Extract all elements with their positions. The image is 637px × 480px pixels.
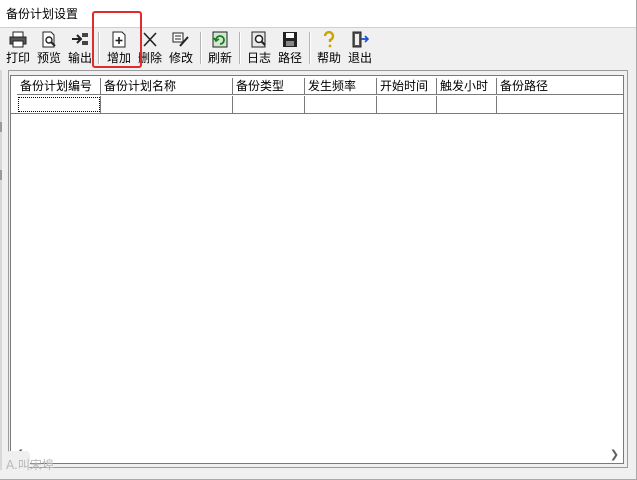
window-title: 备份计划设置: [6, 7, 79, 21]
exit-button[interactable]: 退出: [344, 29, 376, 66]
edit-button[interactable]: 修改: [165, 29, 197, 66]
cell-plan-id[interactable]: [17, 96, 101, 113]
frame-mark: [0, 122, 2, 132]
column-header-backup-type[interactable]: 备份类型: [233, 78, 305, 95]
edit-icon: [172, 32, 189, 47]
cell-backup-type[interactable]: [233, 96, 305, 113]
column-header-start-time[interactable]: 开始时间: [377, 78, 437, 95]
backup-plan-grid[interactable]: 备份计划编号 备份计划名称 备份类型 发生频率 开始时间 触发小时 备份路径 ❮…: [10, 75, 624, 464]
refresh-button[interactable]: 刷新: [204, 29, 236, 66]
path-button[interactable]: 路径: [274, 29, 306, 66]
add-button-highlight: [92, 11, 142, 68]
backup-plan-window: 备份计划设置 打印 预览 输出 增加 删除 修改 刷新 日志 路径 帮助 退出 …: [0, 0, 637, 480]
grid-header: 备份计划编号 备份计划名称 备份类型 发生频率 开始时间 触发小时 备份路径: [11, 78, 623, 95]
printer-icon: [9, 31, 27, 48]
column-header-backup-path[interactable]: 备份路径: [497, 78, 623, 95]
left-frame: [0, 70, 2, 470]
cell-start-time[interactable]: [377, 96, 437, 113]
column-header-trigger-hour[interactable]: 触发小时: [437, 78, 497, 95]
refresh-icon: [212, 31, 228, 48]
cell-frequency[interactable]: [305, 96, 377, 113]
exit-label: 退出: [347, 51, 372, 65]
column-header-plan-id[interactable]: 备份计划编号: [17, 78, 101, 95]
preview-icon: [42, 31, 56, 48]
horizontal-scrollbar[interactable]: ❮ ❯: [11, 446, 623, 463]
path-label: 路径: [277, 51, 302, 65]
watermark: A.叫宋埠: [6, 458, 54, 472]
help-icon: [323, 31, 335, 48]
delete-icon: [143, 32, 157, 47]
column-header-frequency[interactable]: 发生频率: [305, 78, 377, 95]
refresh-label: 刷新: [207, 51, 232, 65]
cell-backup-path[interactable]: [497, 96, 623, 113]
frame-mark: [0, 170, 2, 180]
column-header-plan-name[interactable]: 备份计划名称: [101, 78, 233, 95]
cell-trigger-hour[interactable]: [437, 96, 497, 113]
save-path-icon: [283, 32, 297, 47]
table-row[interactable]: [11, 96, 623, 114]
export-icon: [72, 33, 88, 45]
log-icon: [251, 31, 266, 48]
cell-plan-name[interactable]: [101, 96, 233, 113]
edit-label: 修改: [168, 51, 193, 65]
scroll-right-arrow-icon[interactable]: ❯: [606, 446, 623, 463]
exit-icon: [352, 31, 369, 48]
